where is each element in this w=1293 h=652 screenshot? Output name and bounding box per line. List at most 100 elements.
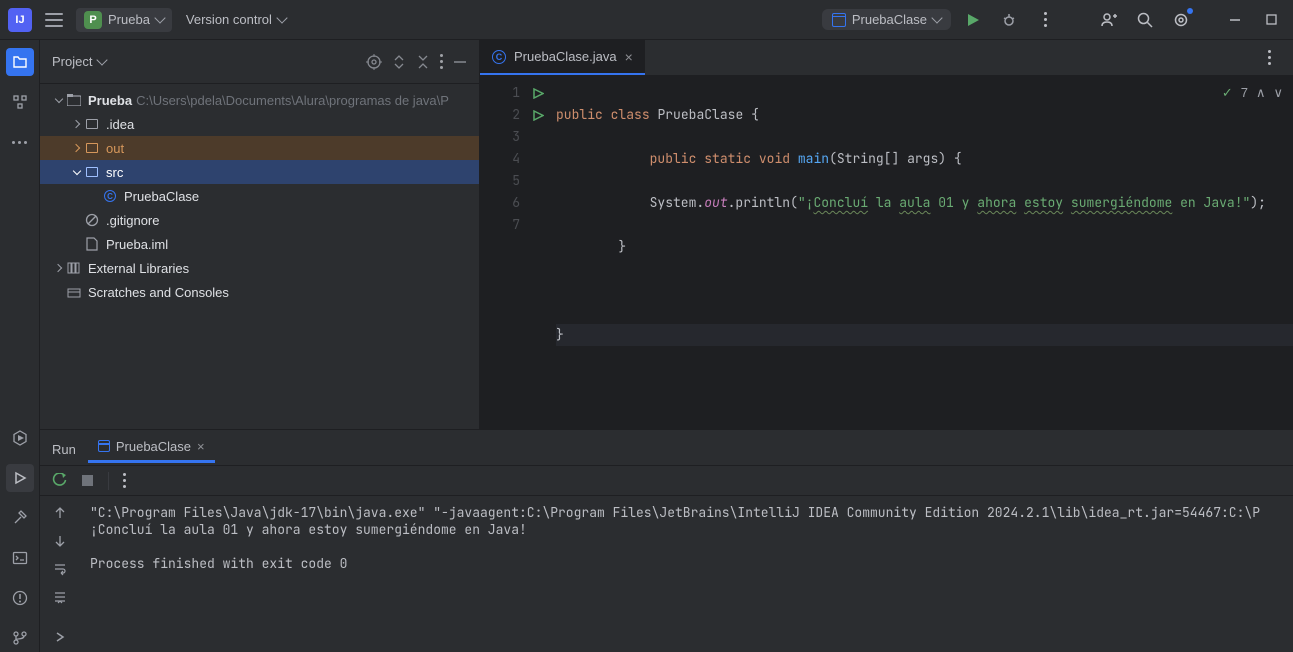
project-selector[interactable]: P Prueba	[76, 8, 172, 32]
project-panel-title[interactable]: Project	[52, 54, 106, 69]
scratches-icon	[67, 286, 81, 298]
inspections-widget[interactable]: ✓ 7 ∧ ∨	[1222, 82, 1283, 104]
scroll-down-icon[interactable]	[53, 534, 67, 548]
structure-tool-button[interactable]	[6, 88, 34, 116]
run-gutter-icon[interactable]	[533, 110, 544, 121]
project-tree[interactable]: Prueba C:\Users\pdela\Documents\Alura\pr…	[40, 84, 479, 429]
folder-icon	[86, 143, 98, 153]
java-class-icon: C	[104, 190, 116, 202]
vcs-tool-button[interactable]	[6, 624, 34, 652]
select-opened-file-icon[interactable]	[366, 54, 382, 70]
next-highlight-icon[interactable]: ∨	[1273, 82, 1283, 104]
expand-all-icon[interactable]	[392, 55, 406, 69]
tree-item-scratches[interactable]: Scratches and Consoles	[40, 280, 479, 304]
panel-options-button[interactable]	[440, 54, 443, 69]
window-minimize-button[interactable]	[1221, 6, 1249, 34]
tree-label: External Libraries	[88, 261, 189, 276]
tree-item-src[interactable]: src	[40, 160, 479, 184]
line-number: 4	[480, 148, 520, 170]
soft-wrap-icon[interactable]	[53, 562, 67, 576]
run-config-icon	[98, 440, 110, 452]
chevron-right-icon[interactable]	[55, 632, 65, 642]
source-folder-icon	[86, 167, 98, 177]
search-icon	[1137, 12, 1153, 28]
kebab-icon	[123, 473, 126, 488]
vcs-menu[interactable]: Version control	[180, 8, 292, 31]
run-button[interactable]	[959, 6, 987, 34]
main-menu-button[interactable]	[40, 6, 68, 34]
run-tool-window: Run PruebaClase ×	[40, 430, 1293, 652]
dots-icon	[12, 141, 27, 144]
project-name-label: Prueba	[108, 12, 150, 27]
debug-button[interactable]	[995, 6, 1023, 34]
window-maximize-button[interactable]	[1257, 6, 1285, 34]
editor-tab[interactable]: C PruebaClase.java ×	[480, 40, 645, 75]
tree-item-idea[interactable]: .idea	[40, 112, 479, 136]
rerun-button[interactable]	[52, 473, 67, 488]
code-editor[interactable]: 1 2 3 4 5 6 7 public class PruebaClase {…	[480, 76, 1293, 429]
run-tool-button[interactable]	[6, 464, 34, 492]
tree-label: .gitignore	[106, 213, 159, 228]
tree-label: PruebaClase	[124, 189, 199, 204]
hamburger-icon	[45, 13, 63, 27]
problems-tool-button[interactable]	[6, 584, 34, 612]
update-dot-icon	[1187, 8, 1193, 14]
tab-options-button[interactable]	[1255, 44, 1283, 72]
more-tools-button[interactable]	[6, 128, 34, 156]
close-tab-button[interactable]: ×	[625, 49, 633, 65]
tree-label: .idea	[106, 117, 134, 132]
tree-item-out[interactable]: out	[40, 136, 479, 160]
structure-icon	[12, 94, 28, 110]
maximize-icon	[1266, 14, 1277, 25]
hide-panel-icon[interactable]	[453, 55, 467, 69]
close-run-tab-button[interactable]: ×	[197, 439, 205, 454]
tree-item-gitignore[interactable]: .gitignore	[40, 208, 479, 232]
project-title-label: Project	[52, 54, 92, 69]
console-output[interactable]: "C:\Program Files\Java\jdk-17\bin\java.e…	[80, 496, 1293, 652]
console-stdout: ¡Concluí la aula 01 y ahora estoy sumerg…	[90, 521, 527, 538]
minimize-icon	[1229, 14, 1241, 26]
tree-label: src	[106, 165, 123, 180]
tree-path: C:\Users\pdela\Documents\Alura\programas…	[136, 93, 449, 108]
scroll-to-end-icon[interactable]	[53, 590, 67, 604]
code-with-me-button[interactable]	[1095, 6, 1123, 34]
terminal-icon	[12, 550, 28, 566]
collapse-all-icon[interactable]	[416, 55, 430, 69]
tree-item-class[interactable]: C PruebaClase	[40, 184, 479, 208]
editor-area: C PruebaClase.java × 1 2 3 4 5	[480, 40, 1293, 429]
chevron-down-icon	[154, 12, 165, 23]
bug-icon	[1002, 13, 1016, 27]
line-number: 2	[480, 104, 520, 126]
kebab-icon	[440, 54, 443, 69]
tree-item-iml[interactable]: Prueba.iml	[40, 232, 479, 256]
play-icon	[966, 13, 980, 27]
settings-button[interactable]	[1167, 6, 1195, 34]
run-tab-label: PruebaClase	[116, 439, 191, 454]
run-config-selector[interactable]: PruebaClase	[822, 9, 951, 30]
stop-button[interactable]	[81, 474, 94, 487]
project-badge-icon: P	[84, 11, 102, 29]
scroll-up-icon[interactable]	[53, 506, 67, 520]
tree-label: Prueba.iml	[106, 237, 168, 252]
chevron-down-icon	[97, 54, 108, 65]
tree-item-external-libraries[interactable]: External Libraries	[40, 256, 479, 280]
more-actions-button[interactable]	[1031, 6, 1059, 34]
run-tab[interactable]: PruebaClase ×	[88, 433, 215, 463]
tree-root[interactable]: Prueba C:\Users\pdela\Documents\Alura\pr…	[40, 88, 479, 112]
terminal-tool-button[interactable]	[6, 544, 34, 572]
services-tool-button[interactable]	[6, 424, 34, 452]
java-class-icon: C	[492, 50, 506, 64]
run-gutter-icon[interactable]	[533, 88, 544, 99]
search-button[interactable]	[1131, 6, 1159, 34]
title-bar: IJ P Prueba Version control PruebaClase	[0, 0, 1293, 40]
project-tool-button[interactable]	[6, 48, 34, 76]
library-icon	[67, 262, 81, 274]
check-icon: ✓	[1222, 82, 1233, 104]
line-number: 6	[480, 192, 520, 214]
warning-icon	[12, 590, 28, 606]
module-icon	[67, 94, 81, 106]
tree-label: out	[106, 141, 124, 156]
build-tool-button[interactable]	[6, 504, 34, 532]
prev-highlight-icon[interactable]: ∧	[1256, 82, 1266, 104]
run-options-button[interactable]	[123, 473, 126, 488]
